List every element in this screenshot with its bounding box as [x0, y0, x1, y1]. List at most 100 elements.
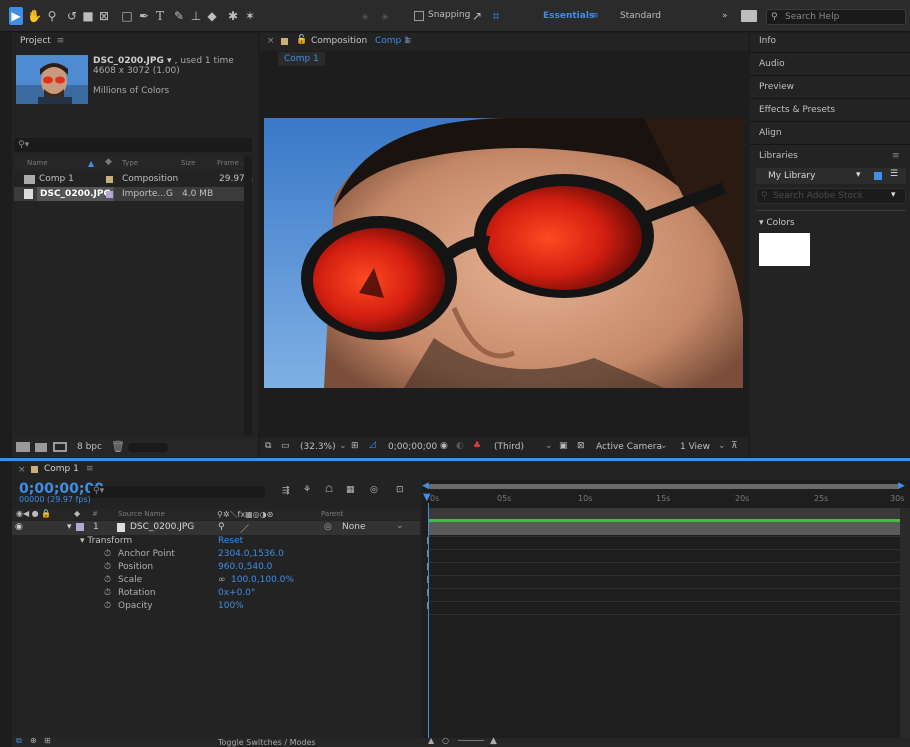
playhead-line[interactable]	[428, 503, 429, 739]
roto-brush-tool-icon[interactable]: ✱	[226, 9, 240, 23]
interpret-footage-icon[interactable]	[16, 442, 30, 452]
dropdown-chevron-icon[interactable]: ⌄	[660, 441, 668, 451]
workspace-menu-icon[interactable]: ≡	[591, 11, 599, 21]
transform-reset[interactable]: Reset	[218, 536, 243, 546]
expand-layer-icon[interactable]: ▾	[67, 522, 72, 532]
zoom-in-icon[interactable]: ▲	[490, 736, 497, 746]
workspace-essentials[interactable]: Essentials	[543, 11, 594, 21]
adobe-stock-search[interactable]: ⚲ Search Adobe Stock ▾	[756, 188, 906, 204]
av-features-icons[interactable]: ◉◀ ● 🔒	[16, 509, 51, 518]
dropdown-chevron-icon[interactable]: ⌄	[396, 521, 404, 531]
col-layer-number[interactable]: #	[92, 510, 98, 518]
comp-mini-flowchart-icon[interactable]: ⇶	[282, 486, 290, 496]
toggle-switches-modes[interactable]: Toggle Switches / Modes	[218, 738, 316, 747]
hand-tool-icon[interactable]: ✋	[27, 9, 42, 23]
brush-tool-icon[interactable]: ✎	[172, 9, 186, 23]
colors-section-toggle[interactable]: ▾ Colors	[759, 218, 795, 228]
grid-view-icon[interactable]	[874, 172, 882, 180]
align-panel-tab[interactable]: Align	[759, 128, 782, 138]
camera-tool-icon[interactable]: ■	[81, 9, 95, 23]
work-area-bar[interactable]	[428, 484, 900, 489]
dropdown-chevron-icon[interactable]: ⌄	[718, 441, 726, 451]
dropdown-chevron-icon[interactable]: ⌄	[339, 441, 347, 451]
magnification-dropdown[interactable]: (32.3%)	[300, 442, 336, 452]
axis-world-icon[interactable]: ⚹	[378, 9, 392, 23]
footage-dropdown-icon[interactable]: ▾	[167, 56, 172, 66]
constrain-proportions-icon[interactable]: ∞	[218, 575, 226, 585]
shy-switch-icon[interactable]: ⚲	[218, 522, 225, 532]
safe-margins-icon[interactable]: ⊞	[351, 441, 359, 451]
prop-scale-value[interactable]: 100.0,100.0%	[231, 575, 294, 585]
pick-whip-icon[interactable]: ◎	[324, 522, 332, 532]
pan-behind-tool-icon[interactable]: ⊠	[97, 9, 111, 23]
label-column-icon[interactable]: ◆	[74, 509, 80, 518]
panel-menu-icon[interactable]: ≡	[86, 464, 94, 474]
draft-3d-icon[interactable]: ⚘	[303, 485, 311, 495]
zoom-out-icon[interactable]: ▲	[428, 736, 434, 745]
stopwatch-icon[interactable]: ⏱	[104, 575, 111, 585]
work-area-end-handle[interactable]: ▶	[898, 481, 905, 491]
axis-tool-icon[interactable]: ⚹	[358, 9, 372, 23]
zoom-slider-track[interactable]	[458, 740, 484, 741]
prop-anchor-point-value[interactable]: 2304.0,1536.0	[218, 549, 284, 559]
work-area-start-handle[interactable]: ◀	[422, 481, 429, 491]
view-layout-dropdown[interactable]: 1 View	[680, 442, 710, 452]
new-folder-icon[interactable]	[35, 443, 47, 452]
col-name[interactable]: Name	[27, 159, 48, 167]
rectangle-tool-icon[interactable]: □	[120, 9, 134, 23]
clone-stamp-tool-icon[interactable]: ⊥	[189, 9, 203, 23]
layer-duration-bar[interactable]	[428, 522, 900, 535]
layer-name[interactable]: DSC_0200.JPG	[130, 522, 194, 532]
prop-rotation-value[interactable]: 0x+0.0°	[218, 588, 255, 598]
snapping-checkbox[interactable]	[414, 11, 424, 21]
transfer-controls-icon[interactable]: ⊕	[30, 736, 37, 745]
zoom-slider-handle[interactable]: ○	[442, 736, 449, 745]
project-scrollbar[interactable]	[244, 156, 252, 436]
parent-dropdown[interactable]: None	[342, 522, 365, 532]
type-tool-icon[interactable]: T	[153, 9, 167, 23]
preview-panel-tab[interactable]: Preview	[759, 82, 794, 92]
list-view-icon[interactable]: ☰	[890, 169, 898, 179]
dropdown-chevron-icon[interactable]: ▾	[856, 170, 861, 180]
libraries-panel-tab[interactable]: Libraries	[759, 151, 798, 161]
transparency-grid-icon[interactable]: ⊠	[577, 441, 585, 451]
mask-visibility-icon[interactable]: ◿	[369, 440, 376, 450]
project-search-input[interactable]: ⚲▾	[14, 138, 252, 152]
playhead-handle[interactable]: ▼	[423, 492, 431, 503]
search-help-input[interactable]: ⚲ Search Help	[766, 9, 906, 25]
snapping-options-icon[interactable]: ↗	[470, 9, 484, 23]
stopwatch-icon[interactable]: ⏱	[104, 588, 111, 598]
rotate-tool-icon[interactable]: ↺	[65, 9, 79, 23]
color-channel-icon[interactable]: ♣	[473, 441, 481, 451]
pen-tool-icon[interactable]: ✒	[137, 9, 151, 23]
puppet-tool-icon[interactable]: ✶	[243, 9, 257, 23]
thumbnail-size-slider[interactable]	[128, 443, 168, 452]
col-type[interactable]: Type	[122, 159, 138, 167]
shy-layers-icon[interactable]: ☖	[325, 485, 333, 495]
sync-settings-icon[interactable]	[741, 10, 757, 22]
lock-icon[interactable]: 🔓	[296, 35, 307, 45]
col-size[interactable]: Size	[181, 159, 195, 167]
current-time[interactable]: 0;00;00;00	[388, 442, 437, 452]
reset-exposure-icon[interactable]: ⊼	[731, 441, 738, 451]
timeline-search-input[interactable]: ⚲▾	[90, 486, 265, 498]
close-tab-icon[interactable]: ×	[267, 36, 275, 46]
info-panel-tab[interactable]: Info	[759, 36, 776, 46]
snapshot-icon[interactable]: ◉	[440, 441, 448, 451]
timeline-scrollbar[interactable]	[900, 508, 910, 747]
quality-switch-icon[interactable]: ／	[240, 522, 249, 535]
stopwatch-icon[interactable]: ⏱	[104, 549, 111, 559]
project-item-footage[interactable]: DSC_0200.JPG Importe...G 4.0 MB	[14, 187, 252, 201]
selection-tool-icon[interactable]: ▶	[9, 9, 23, 23]
prop-position-value[interactable]: 960.0,540.0	[218, 562, 272, 572]
composition-viewer[interactable]	[264, 118, 743, 388]
panel-menu-icon[interactable]: ≡	[892, 151, 900, 161]
color-swatch-white[interactable]	[759, 233, 810, 266]
camera-dropdown[interactable]: Active Camera	[596, 442, 662, 452]
snap-target-icon[interactable]: ⌗	[489, 9, 503, 23]
col-source-name[interactable]: Source Name	[118, 510, 165, 518]
eraser-tool-icon[interactable]: ◆	[205, 9, 219, 23]
video-visibility-icon[interactable]: ◉	[15, 522, 23, 532]
workspace-standard[interactable]: Standard	[620, 11, 661, 21]
library-selector[interactable]: My Library ▾ ☰	[756, 168, 906, 184]
